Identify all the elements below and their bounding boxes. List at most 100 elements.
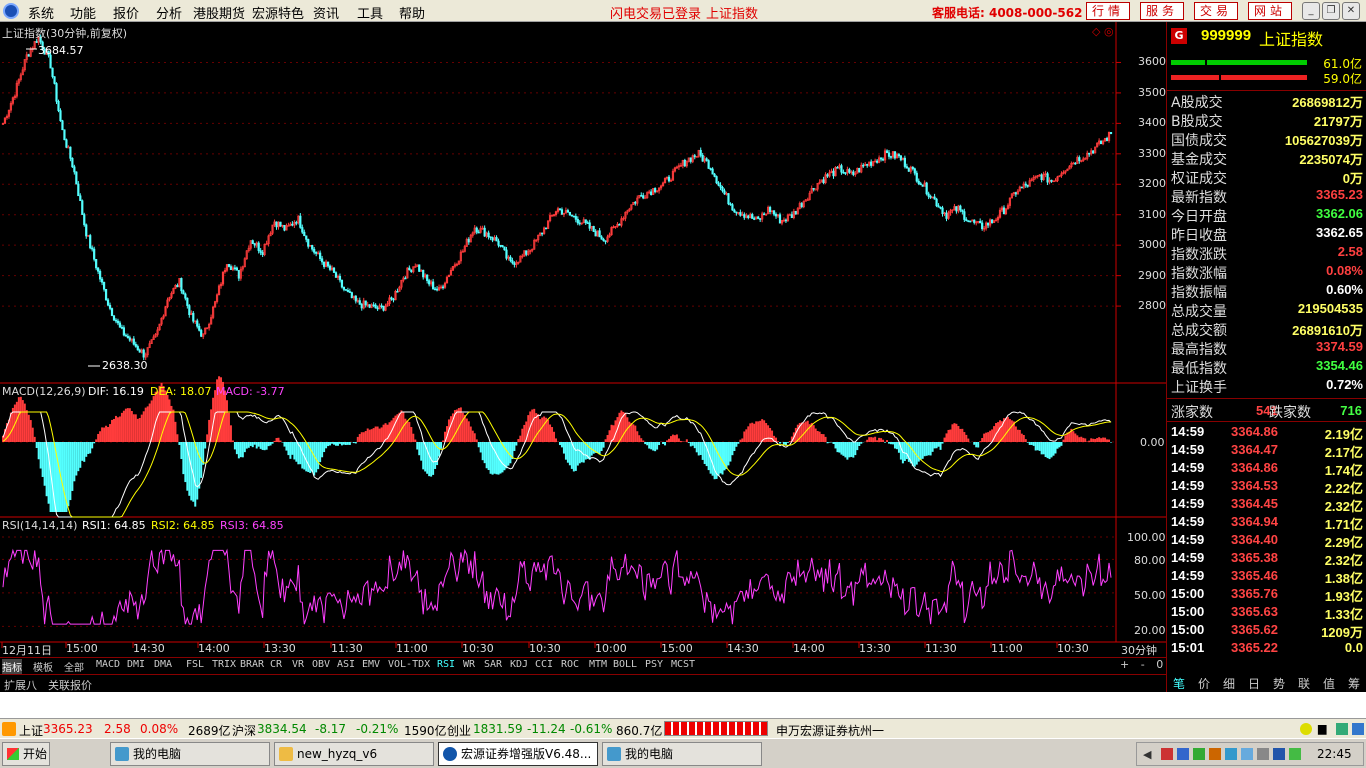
panel-tab[interactable]: 值 [1323,675,1335,692]
zoom-reset-button[interactable]: 0 [1156,658,1163,671]
indicator-tab-brar[interactable]: BRAR [240,659,264,670]
indicator-tab-cr[interactable]: CR [270,659,282,670]
trade-button[interactable]: 交易 [1194,2,1238,20]
restore-icon[interactable]: ❐ [1322,2,1340,20]
network-icon[interactable] [1241,748,1253,760]
zoom-out-button[interactable]: - [1141,658,1145,671]
menu-tools[interactable]: 工具 [357,3,383,22]
minimize-icon[interactable]: _ [1302,2,1320,20]
website-button[interactable]: 网站 [1248,2,1292,20]
candle [162,314,165,320]
indicator-tab-全部[interactable]: 全部 [64,659,84,674]
macd-bar [652,442,655,451]
tray-icon-1[interactable] [1161,748,1173,760]
settings-icon[interactable] [1352,723,1364,735]
tick-row: 14:59 3364.47 2.17亿 [1171,442,1363,460]
panel-tab[interactable]: 日 [1248,675,1260,692]
volume-icon[interactable] [1257,748,1269,760]
macd-bar [37,442,40,460]
diamond-icon[interactable]: ◇ ◎ [1092,25,1114,38]
notify-icon[interactable] [1300,723,1312,735]
tick-time: 14:59 [1171,514,1205,529]
chat-icon[interactable] [1336,723,1348,735]
panel-tab[interactable]: 细 [1223,675,1235,692]
macd-bar [313,442,316,476]
indicator-tab-指标[interactable]: 指标 [2,659,22,674]
task-folder[interactable]: new_hyzq_v6 [274,742,434,766]
task-my-computer-1[interactable]: 我的电脑 [110,742,270,766]
indicator-tab-kdj[interactable]: KDJ [510,659,528,670]
candle [646,191,649,199]
panel-tab[interactable]: 价 [1198,675,1210,692]
task-my-computer-2[interactable]: 我的电脑 [602,742,762,766]
task-trading-app[interactable]: 宏源证券增强版V6.48... [438,742,598,766]
chart-area[interactable]: 上证指数(30分钟,前复权) 3684.57 2638.30 ◇ ◎ 3600 3… [0,22,1166,674]
macd-bar [287,442,290,456]
candle [757,215,760,220]
zoom-in-button[interactable]: + [1120,658,1129,671]
panel-tab[interactable]: 联 [1298,675,1310,692]
macd-bar [915,442,918,465]
menu-function[interactable]: 功能 [70,3,96,22]
indicator-tab-mcst[interactable]: MCST [671,659,695,670]
indicator-tab-trix[interactable]: TRIX [212,659,236,670]
indicator-tab-macd[interactable]: MACD [96,659,120,670]
menu-hk-futures[interactable]: 港股期货 [193,3,245,22]
candle [356,298,359,303]
service-button[interactable]: 服务 [1140,2,1184,20]
indicator-tab-psy[interactable]: PSY [645,659,663,670]
macd-bar [261,442,264,450]
quote-value: 3365.23 [1316,187,1363,202]
tray-icon-2[interactable] [1177,748,1189,760]
ext-tab-related[interactable]: 关联报价 [48,677,92,693]
indicator-tab-cci[interactable]: CCI [535,659,553,670]
candle [348,288,351,293]
close-icon[interactable]: ✕ [1342,2,1360,20]
indicator-tab-fsl[interactable]: FSL [186,659,204,670]
menu-analysis[interactable]: 分析 [156,3,182,22]
menu-news[interactable]: 资讯 [313,3,339,22]
shield-icon[interactable] [1225,748,1237,760]
indicator-tab-emv[interactable]: EMV [362,659,380,670]
indicator-tab-rsi[interactable]: RSI [437,659,455,670]
start-button[interactable]: 开始 [2,742,50,766]
indicator-tab-mtm[interactable]: MTM [589,659,607,670]
indicator-tab-asi[interactable]: ASI [337,659,355,670]
indicator-tab-dma[interactable]: DMA [154,659,172,670]
alert-icon[interactable] [2,722,16,736]
tray-icon-3[interactable] [1193,748,1205,760]
panel-tab[interactable]: 笔 [1173,675,1185,692]
tray-icon-4[interactable] [1209,748,1221,760]
candle [590,226,593,231]
ext-tab-8[interactable]: 扩展八 [4,677,37,693]
candle [1060,171,1063,178]
price-tick: 3200 [1138,177,1166,191]
bluetooth-icon[interactable] [1273,748,1285,760]
candle [1016,189,1019,195]
tray-arrow-icon[interactable]: ◀ [1143,748,1151,761]
indicator-tab-boll[interactable]: BOLL [613,659,637,670]
candle [675,165,679,170]
indicator-tab-sar[interactable]: SAR [484,659,502,670]
market-button[interactable]: 行情 [1086,2,1130,20]
period-label[interactable]: 30分钟 [1121,642,1157,658]
panel-tab[interactable]: 筹 [1348,675,1360,692]
rsi-panel [2,536,1116,627]
indicator-tab-wr[interactable]: WR [463,659,475,670]
macd-bar [1004,417,1007,442]
menu-hongyuan[interactable]: 宏源特色 [252,3,304,22]
time-label: 15:00 [66,642,98,655]
candle [618,223,621,226]
indicator-tab-obv[interactable]: OBV [312,659,330,670]
indicator-tab-vol-tdx[interactable]: VOL-TDX [388,659,430,670]
panel-tab[interactable]: 势 [1273,675,1285,692]
signal-icon[interactable]: ▆ [1318,722,1326,735]
indicator-tab-dmi[interactable]: DMI [127,659,145,670]
menu-quote[interactable]: 报价 [113,3,139,22]
indicator-tab-roc[interactable]: ROC [561,659,579,670]
tray-icon-9[interactable] [1289,748,1301,760]
menu-help[interactable]: 帮助 [399,3,425,22]
indicator-tab-vr[interactable]: VR [292,659,304,670]
indicator-tab-模板[interactable]: 模板 [33,659,53,674]
menu-system[interactable]: 系统 [28,3,54,22]
